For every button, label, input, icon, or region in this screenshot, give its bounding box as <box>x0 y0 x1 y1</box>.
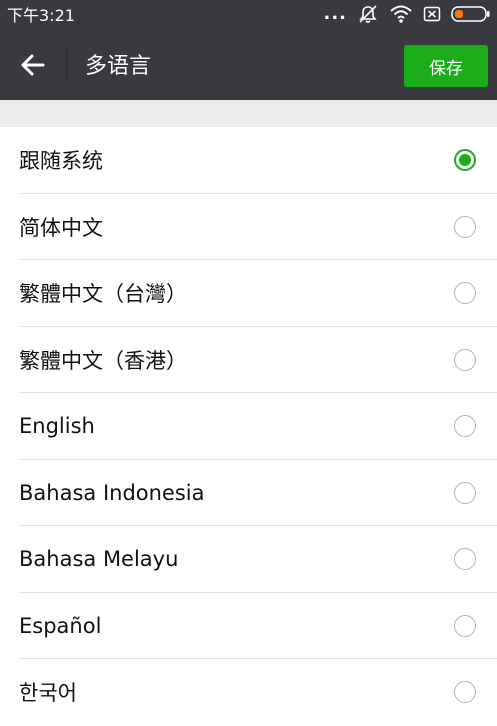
save-button[interactable]: 保存 <box>404 45 488 87</box>
language-item-english[interactable]: English <box>0 393 497 460</box>
language-item-simplified-chinese[interactable]: 简体中文 <box>0 194 497 260</box>
nav-divider <box>66 48 67 84</box>
language-item-follow-system[interactable]: 跟随系统 <box>0 127 497 194</box>
radio-icon[interactable] <box>454 548 476 570</box>
status-time: 下午3:21 <box>7 6 75 25</box>
language-label: Bahasa Melayu <box>19 547 179 571</box>
more-dots: ... <box>323 3 347 24</box>
radio-checked-icon[interactable] <box>454 149 476 171</box>
wifi-icon <box>389 4 413 28</box>
radio-icon[interactable] <box>454 415 476 437</box>
status-bar: 下午3:21 ... <box>0 0 497 33</box>
mute-icon <box>357 4 379 28</box>
language-item-bahasa-indonesia[interactable]: Bahasa Indonesia <box>0 460 497 526</box>
radio-icon[interactable] <box>454 348 476 371</box>
language-label: 繁體中文（香港） <box>19 348 187 373</box>
status-icons: ... <box>323 5 491 27</box>
language-label: English <box>19 414 95 438</box>
language-list: 跟随系统 简体中文 繁體中文（台灣） 繁體中文（香港） English Baha… <box>0 127 497 726</box>
radio-icon[interactable] <box>454 215 476 238</box>
language-item-traditional-chinese-hongkong[interactable]: 繁體中文（香港） <box>0 327 497 393</box>
back-arrow-icon <box>20 53 46 81</box>
language-label: 繁體中文（台灣） <box>19 282 187 306</box>
battery-icon <box>451 5 491 27</box>
back-button[interactable] <box>14 49 52 85</box>
language-label: Español <box>19 613 102 638</box>
language-label: 跟随系统 <box>19 149 103 173</box>
nav-bar: 多语言 保存 <box>0 33 497 100</box>
language-item-espanol[interactable]: Español <box>0 593 497 659</box>
radio-icon[interactable] <box>454 282 476 304</box>
language-label: 简体中文 <box>19 215 103 240</box>
language-label: Bahasa Indonesia <box>19 480 205 505</box>
language-item-traditional-chinese-taiwan[interactable]: 繁體中文（台灣） <box>0 260 497 327</box>
section-gap <box>0 100 497 127</box>
page-title: 多语言 <box>85 54 152 79</box>
language-item-korean[interactable]: 한국어 <box>0 659 497 726</box>
language-label: 한국어 <box>19 681 77 705</box>
radio-icon[interactable] <box>454 681 476 703</box>
radio-icon[interactable] <box>454 481 476 504</box>
language-item-bahasa-melayu[interactable]: Bahasa Melayu <box>0 526 497 593</box>
radio-icon[interactable] <box>454 614 476 637</box>
sim-icon <box>423 5 441 27</box>
